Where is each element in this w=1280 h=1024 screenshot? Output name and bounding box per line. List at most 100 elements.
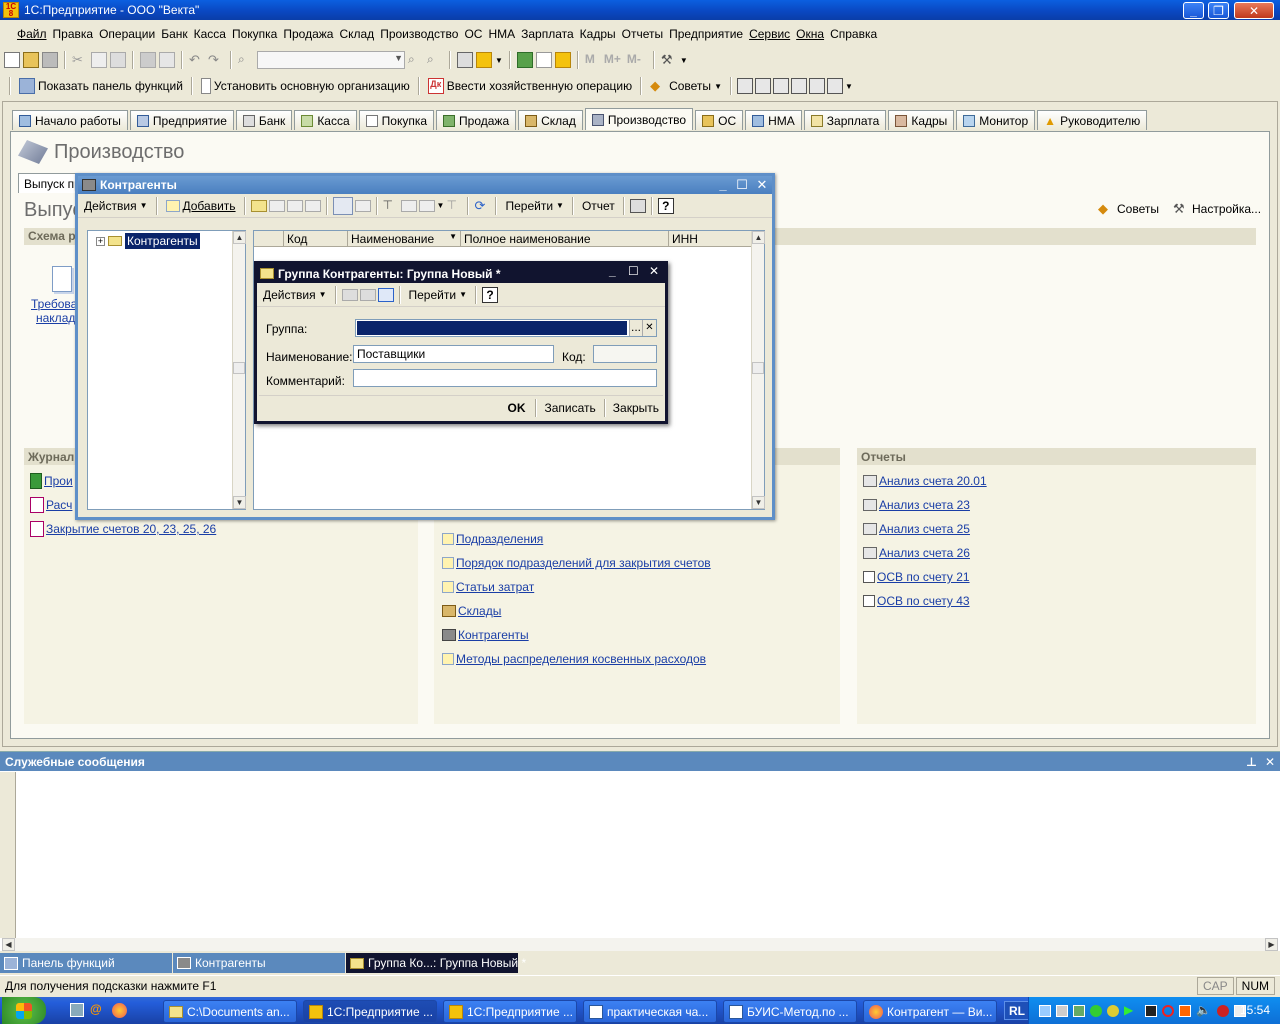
users-icon[interactable] (772, 78, 789, 94)
new-document-icon[interactable] (4, 52, 20, 68)
quicklaunch-email-icon[interactable]: @ (90, 1002, 106, 1018)
tray-volume-icon[interactable]: 🔈 (1196, 1003, 1212, 1019)
menu-file[interactable]: Файл (14, 24, 50, 44)
tools-icon[interactable]: ⚒ (661, 52, 677, 68)
window-tab-group-dialog[interactable]: Группа Ко...: Группа Новый * (346, 953, 526, 973)
users-group-icon[interactable] (790, 78, 807, 94)
code-field[interactable] (593, 345, 657, 363)
menu-edit[interactable]: Правка (50, 24, 97, 44)
report-link[interactable]: Анализ счета 26 (863, 541, 1250, 565)
contractors-maximize-button[interactable]: ☐ (735, 177, 749, 193)
edit-icon[interactable] (286, 199, 303, 212)
quicklaunch-desktop-icon[interactable] (70, 1003, 84, 1017)
calendar-icon[interactable] (535, 52, 552, 68)
menu-nma[interactable]: НМА (485, 24, 518, 44)
tray-antivirus-icon[interactable] (1217, 1005, 1229, 1017)
column-full-name[interactable]: Полное наименование (461, 230, 669, 247)
list-scrollbar[interactable]: ▲ ▼ (751, 231, 765, 509)
tab-director[interactable]: ▲ Руководителю (1037, 110, 1148, 130)
add-group-icon[interactable] (250, 199, 267, 212)
paste-icon[interactable] (110, 52, 126, 68)
memory-plus-icon[interactable]: M+ (604, 52, 624, 68)
report-link[interactable]: Анализ счета 23 (863, 493, 1250, 517)
pin-icon[interactable]: ⊥ (1246, 755, 1257, 769)
taskbar-item-firefox[interactable]: Контрагент — Ви... (863, 1000, 997, 1023)
contractors-goto-menu[interactable]: Перейти ▼ (502, 196, 566, 216)
tray-terminal-icon[interactable] (1145, 1005, 1157, 1017)
contractors-add-button[interactable]: Добавить (163, 196, 239, 216)
preview-icon[interactable] (159, 52, 175, 68)
tray-app-icon[interactable] (1073, 1005, 1085, 1017)
copy-icon[interactable] (91, 52, 107, 68)
tab-start[interactable]: Начало работы (12, 110, 128, 130)
contractors-actions-menu[interactable]: Действия ▼ (81, 196, 151, 216)
taskbar-item-word-b[interactable]: БУИС-Метод.по ... (723, 1000, 857, 1023)
taskbar-item-1c-b[interactable]: 1С:Предприятие ... (443, 1000, 577, 1023)
tab-os[interactable]: ОС (695, 110, 744, 130)
tree-scrollbar[interactable]: ▲ ▼ (232, 231, 246, 509)
taskbar-item-explorer[interactable]: C:\Documents an... (163, 1000, 297, 1023)
columns-icon[interactable] (629, 198, 646, 213)
close-button[interactable]: ✕ (1234, 2, 1274, 19)
tray-shield-icon[interactable] (1107, 1005, 1119, 1017)
tab-enterprise[interactable]: Предприятие (129, 110, 234, 130)
column-code[interactable]: Код (284, 230, 348, 247)
dialog-minimize-button[interactable]: _ (609, 264, 616, 278)
dialog-goto-menu[interactable]: Перейти ▼ (406, 285, 470, 305)
windows-icon[interactable] (457, 52, 473, 68)
scroll-left-icon[interactable]: ◀ (2, 938, 15, 951)
print-icon[interactable] (140, 52, 156, 68)
tab-salary[interactable]: Зарплата (803, 110, 887, 130)
redo-icon[interactable]: ↷ (208, 52, 224, 68)
save-close-icon[interactable] (341, 288, 358, 301)
comment-field[interactable] (353, 369, 657, 387)
menu-salary[interactable]: Зарплата (518, 24, 577, 44)
ref-link[interactable]: Подразделения (442, 527, 832, 551)
help-1c-icon[interactable] (476, 52, 492, 68)
open-icon[interactable] (23, 52, 39, 68)
save-icon[interactable] (42, 52, 58, 68)
page-settings-button[interactable]: ⚒ Настройка... (1173, 201, 1261, 217)
dialog-actions-menu[interactable]: Действия ▼ (260, 285, 330, 305)
menu-enterprise[interactable]: Предприятие (666, 24, 746, 44)
ref-link[interactable]: Порядок подразделений для закрытия счето… (442, 551, 832, 575)
enter-operation-button[interactable]: Дк Ввести хозяйственную операцию (425, 76, 635, 96)
close-dialog-button[interactable]: Закрыть (609, 398, 663, 418)
report-settings-icon[interactable] (826, 78, 843, 94)
tab-nma[interactable]: НМА (745, 110, 802, 130)
menu-reports[interactable]: Отчеты (619, 24, 666, 44)
up-level-icon[interactable] (354, 199, 371, 212)
tab-production[interactable]: Производство (584, 108, 694, 130)
window-tab-contractors[interactable]: Контрагенты (173, 953, 345, 973)
tips-icon[interactable] (554, 52, 571, 68)
column-inn[interactable]: ИНН (669, 231, 749, 247)
delete-icon[interactable] (304, 199, 321, 212)
menu-hr[interactable]: Кадры (577, 24, 619, 44)
help-icon[interactable]: ? (657, 197, 674, 214)
filter-list-icon[interactable] (418, 199, 435, 212)
tab-purchase[interactable]: Покупка (358, 110, 435, 130)
menu-purchase[interactable]: Покупка (229, 24, 280, 44)
window-tab-function-panel[interactable]: Панель функций (0, 953, 172, 973)
save-icon[interactable] (359, 288, 376, 301)
refresh-icon[interactable]: ⟳ (474, 198, 490, 214)
group-field[interactable]: ... ✕ (355, 319, 657, 337)
dialog-close-button[interactable]: ✕ (649, 264, 659, 278)
column-name[interactable]: Наименование ▼ (348, 230, 461, 247)
tab-hr[interactable]: Кадры (888, 110, 955, 130)
contractors-report-button[interactable]: Отчет (579, 196, 618, 216)
tab-cash[interactable]: Касса (294, 110, 357, 130)
show-panel-button[interactable]: Показать панель функций (16, 76, 186, 96)
scheme-link-requirement[interactable]: Требова (31, 297, 77, 311)
group-clear-button[interactable]: ✕ (642, 320, 656, 336)
tray-play-icon[interactable]: ▶ (1124, 1003, 1140, 1019)
hierarchy-icon[interactable] (332, 196, 353, 215)
tray-eye-icon[interactable] (1090, 1005, 1102, 1017)
taskbar-item-word-a[interactable]: практическая ча... (583, 1000, 717, 1023)
ok-button[interactable]: OK (502, 398, 532, 418)
ref-link[interactable]: Склады (442, 599, 832, 623)
menu-service[interactable]: Сервис (746, 24, 793, 44)
menu-sale[interactable]: Продажа (280, 24, 336, 44)
tab-bank[interactable]: Банк (235, 110, 293, 130)
dialog-maximize-button[interactable]: ☐ (628, 264, 639, 278)
